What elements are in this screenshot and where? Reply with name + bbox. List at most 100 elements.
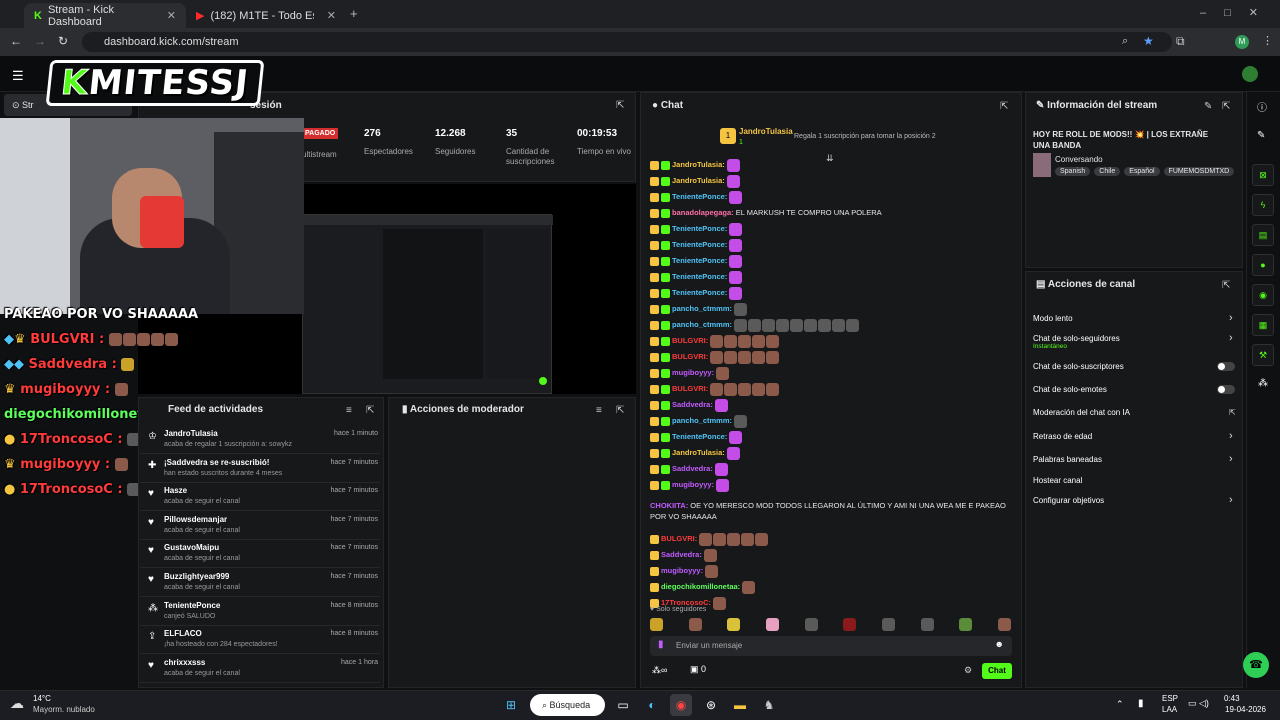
tag[interactable]: FUMEMOSDMTXD	[1163, 167, 1235, 176]
chat-username[interactable]: BULGVRI:	[661, 534, 697, 543]
send-chat-button[interactable]: Chat	[982, 663, 1012, 679]
mic-tray-icon[interactable]: ▮	[1138, 698, 1144, 709]
weather-icon[interactable]: ☁	[10, 695, 24, 712]
chat-username[interactable]: Saddvedra:	[661, 550, 702, 559]
close-icon[interactable]: ✕	[327, 9, 336, 22]
action-item[interactable]: Configurar objetivos ›	[1033, 494, 1243, 506]
lang-layout[interactable]: LAA	[1162, 705, 1177, 714]
reload-icon[interactable]: ↻	[58, 34, 68, 48]
forward-icon[interactable]: →	[34, 34, 46, 48]
filter-icon[interactable]: ≡	[346, 404, 352, 416]
rail-toggle-icon[interactable]: ⊠	[1252, 164, 1274, 186]
feed-item[interactable]: ⇪ ELFLACO ¡ha hosteado con 284 espectadore…	[140, 625, 380, 655]
collapse-icon[interactable]: ⇊	[826, 153, 834, 164]
user-avatar[interactable]	[1242, 66, 1258, 82]
action-item[interactable]: Moderación del chat con IA ⇱	[1033, 408, 1243, 417]
chat-bubble-icon[interactable]: ●	[1252, 254, 1274, 276]
mic-icon[interactable]: ▮	[658, 639, 664, 650]
network-icon[interactable]: ▭ ◁)	[1188, 698, 1209, 709]
wrench-icon[interactable]: ⚒	[1252, 344, 1274, 366]
emoji-icon[interactable]: ☻	[995, 639, 1004, 649]
chat-username[interactable]: diegochikomillonetaa:	[661, 582, 740, 591]
popout-icon[interactable]: ⇱	[616, 99, 624, 111]
start-icon[interactable]: ⊞	[500, 694, 522, 716]
tag[interactable]: Chile	[1094, 167, 1121, 176]
chat-username[interactable]: Saddvedra:	[672, 400, 713, 409]
new-tab-button[interactable]: +	[350, 6, 358, 21]
chat-username[interactable]: pancho_ctmmm:	[672, 416, 732, 425]
feed-item[interactable]: ♥ GustavoMaipu acaba de seguir el canal hac…	[140, 539, 380, 569]
broadcast-icon[interactable]: ◉	[1252, 284, 1274, 306]
emote-icon[interactable]	[997, 618, 1011, 631]
chat-username[interactable]: mugiboyyy:	[661, 566, 703, 575]
action-item[interactable]: Chat de solo-emotes	[1033, 385, 1243, 394]
emote-icon[interactable]	[727, 618, 741, 631]
tab-kick-dashboard[interactable]: K Stream - Kick Dashboard ✕	[24, 3, 186, 28]
chat-username[interactable]: TenientePonce:	[672, 192, 727, 201]
hamburger-menu-icon[interactable]: ☰	[12, 68, 24, 84]
chat-input[interactable]: ▮ Enviar un mensaje ☻	[650, 636, 1012, 656]
layout-icon[interactable]: ▦	[1252, 314, 1274, 336]
toggle-switch[interactable]	[1217, 362, 1235, 371]
popout-icon[interactable]: ⇱	[1222, 279, 1230, 291]
chat-username[interactable]: pancho_ctmmm:	[672, 320, 732, 329]
edge-icon[interactable]: ◐	[641, 694, 663, 716]
lightning-icon[interactable]: ϟ	[1252, 194, 1274, 216]
chat-username[interactable]: banadolapegaga:	[672, 208, 734, 217]
profile-avatar[interactable]: M	[1235, 35, 1249, 49]
action-item[interactable]: Retraso de edad ›	[1033, 430, 1243, 442]
chat-username[interactable]: TenientePonce:	[672, 272, 727, 281]
back-icon[interactable]: ←	[10, 34, 22, 48]
user-count-icon[interactable]: ⁂∞	[652, 665, 667, 676]
emote-icon[interactable]	[843, 618, 857, 631]
feed-item[interactable]: ♥ Buzzlightyear999 acaba de seguir el cana…	[140, 568, 380, 597]
tag[interactable]: Español	[1124, 167, 1160, 176]
close-icon[interactable]: ✕	[167, 9, 176, 22]
chat-username[interactable]: BULGVRI:	[672, 336, 708, 345]
chat-username[interactable]: mugiboyyy:	[672, 480, 714, 489]
popout-icon[interactable]: ⇱	[1000, 100, 1008, 112]
feed-item[interactable]: ♔ JandroTulasia acaba de regalar 1 suscrip…	[140, 425, 380, 454]
chat-username[interactable]: JandroTulasia:	[672, 160, 725, 169]
emote-icon[interactable]	[881, 618, 895, 631]
emote-icon[interactable]	[804, 618, 818, 631]
extensions-icon[interactable]: ⧉	[1176, 34, 1185, 49]
feed-item[interactable]: ⁂ TenientePonce canjeó SALUDO hace 8 minuto…	[140, 597, 380, 626]
chat-username[interactable]: pancho_ctmmm:	[672, 304, 732, 313]
tray-chevron-icon[interactable]: ⌃	[1116, 699, 1124, 710]
popout-icon[interactable]: ⇱	[1222, 100, 1230, 112]
chat-username[interactable]: CHOKIITA:	[650, 501, 688, 510]
settings-gear-icon[interactable]: ⚙	[964, 665, 972, 676]
chat-username[interactable]: BULGVRI:	[672, 352, 708, 361]
chat-username[interactable]: Saddvedra:	[672, 464, 713, 473]
toggle-switch[interactable]	[1217, 385, 1235, 394]
tag[interactable]: Spanish	[1055, 167, 1091, 176]
chat-username[interactable]: TenientePonce:	[672, 224, 727, 233]
help-chat-icon[interactable]: ☎	[1243, 652, 1269, 678]
tab-youtube[interactable]: ▶ (182) M1TE - Todo Está Bie ✕	[186, 3, 346, 28]
feed-item[interactable]: ♥ Hasze acaba de seguir el canal hace 7 min…	[140, 482, 380, 512]
share-icon[interactable]: ⁂	[1258, 378, 1268, 389]
action-item[interactable]: Palabras baneadas ›	[1033, 453, 1243, 465]
app-icon[interactable]: ⊛	[700, 694, 722, 716]
action-item[interactable]: Chat de solo-suscriptores	[1033, 362, 1243, 371]
filter-icon[interactable]: ≡	[596, 404, 602, 416]
feed-item[interactable]: ♥ Pillowsdemanjar acaba de seguir el canal…	[140, 511, 380, 540]
folder-icon[interactable]: ▬	[729, 694, 751, 716]
menu-icon[interactable]: ⋮	[1262, 34, 1273, 47]
chat-username[interactable]: JandroTulasia:	[672, 176, 725, 185]
action-item[interactable]: Hostear canal	[1033, 476, 1243, 485]
popout-icon[interactable]: ⇱	[616, 404, 624, 416]
feed-item[interactable]: ✚ ¡Saddvedra se re-suscribió! han estado s…	[140, 454, 380, 483]
chrome-icon[interactable]: ◉	[670, 694, 692, 716]
chat-username[interactable]: mugiboyyy:	[672, 368, 714, 377]
app-icon-2[interactable]: ♞	[758, 694, 780, 716]
chat-username[interactable]: TenientePonce:	[672, 256, 727, 265]
emote-icon[interactable]	[688, 618, 702, 631]
emote-bar[interactable]	[650, 618, 1012, 632]
info-icon[interactable]: ⓘ	[1257, 99, 1267, 114]
popout-icon[interactable]: ⇱	[366, 404, 374, 416]
chat-username[interactable]: TenientePonce:	[672, 240, 727, 249]
document-icon[interactable]: ▤	[1252, 224, 1274, 246]
zoom-icon[interactable]: ⌕	[1122, 35, 1128, 48]
